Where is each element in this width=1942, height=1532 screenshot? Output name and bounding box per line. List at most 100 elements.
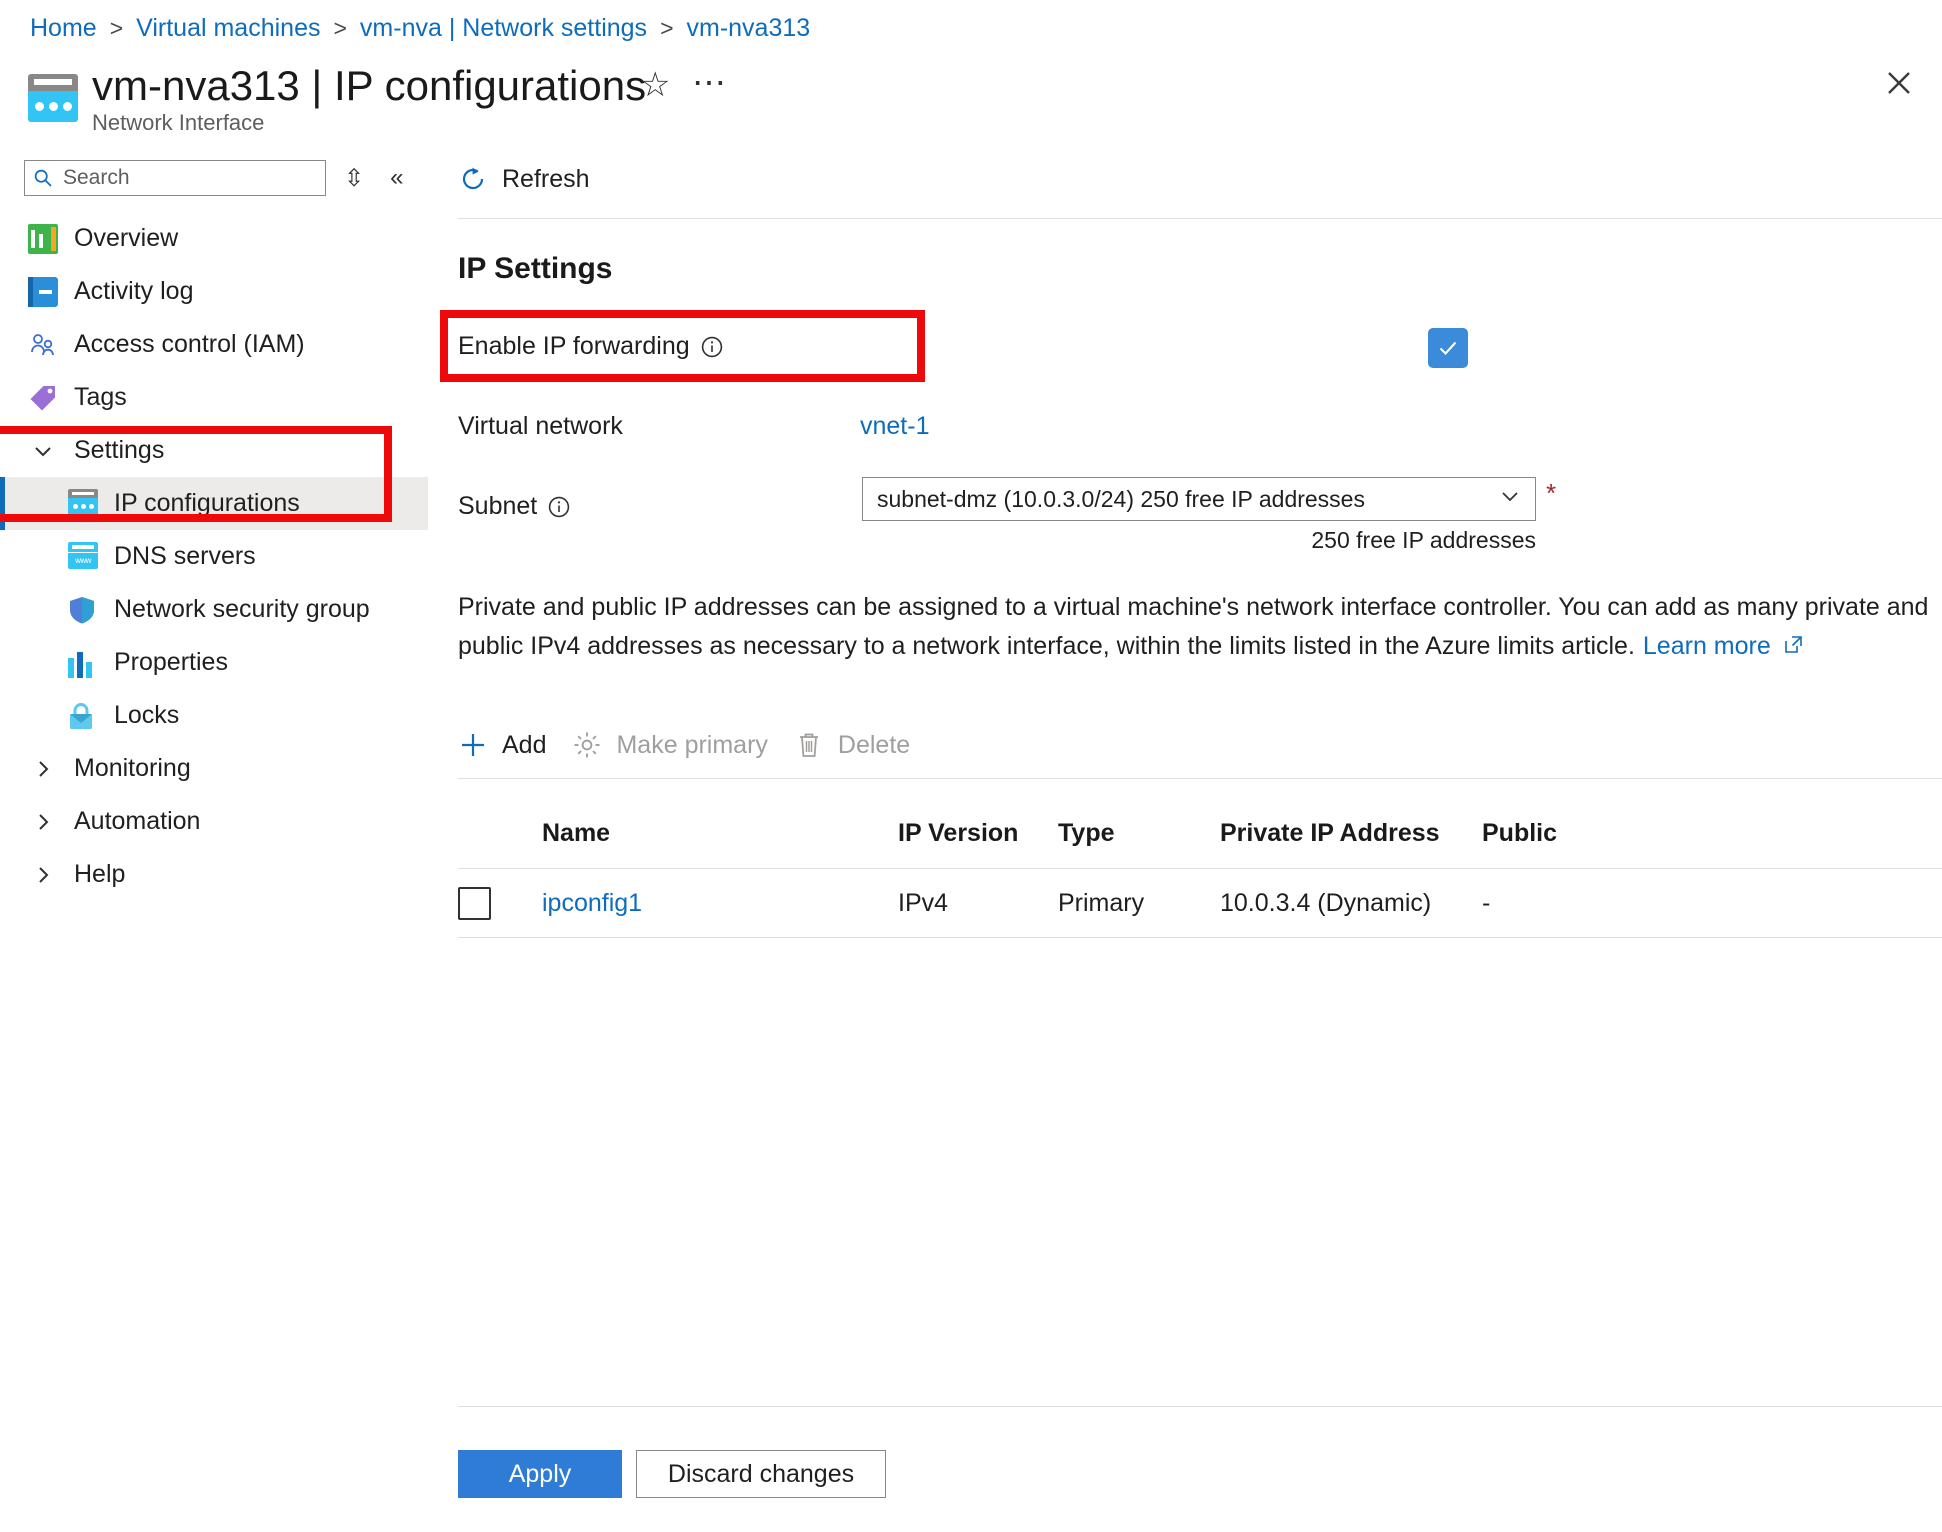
- sidebar-item-activity-log[interactable]: Activity log: [0, 265, 428, 318]
- discard-changes-button[interactable]: Discard changes: [636, 1450, 886, 1498]
- collapse-icon[interactable]: «: [390, 164, 403, 192]
- table-header-private-ip-address: Private IP Address: [1220, 818, 1440, 847]
- refresh-button[interactable]: Refresh: [458, 164, 616, 194]
- gear-icon: [572, 730, 602, 760]
- star-icon[interactable]: ☆: [640, 68, 670, 102]
- virtual-network-label: Virtual network: [458, 412, 623, 440]
- sidebar-search-row: ⇳ «: [24, 160, 403, 196]
- sidebar-group-label: Monitoring: [74, 754, 191, 782]
- plus-icon: [458, 730, 488, 760]
- breadcrumb-separator: >: [660, 15, 674, 41]
- sidebar-item-network-security-group[interactable]: Network security group: [0, 583, 428, 636]
- ip-configurations-description: Private and public IP addresses can be a…: [458, 588, 1942, 666]
- make-primary-button[interactable]: Make primary: [572, 730, 793, 760]
- row-ip-version: IPv4: [898, 888, 949, 917]
- apply-button[interactable]: Apply: [458, 1450, 622, 1498]
- sidebar-item-label: Overview: [74, 224, 179, 252]
- row-name-link[interactable]: ipconfig1: [542, 889, 898, 918]
- sidebar-item-tags[interactable]: Tags: [0, 371, 428, 424]
- page-title: vm-nva313 | IP configurations: [92, 62, 647, 109]
- table-header-type: Type: [1058, 818, 1115, 847]
- tags-icon: [28, 383, 58, 413]
- sidebar-group-monitoring[interactable]: Monitoring: [0, 742, 428, 795]
- sidebar-item-overview[interactable]: Overview: [0, 212, 428, 265]
- add-button[interactable]: Add: [458, 730, 572, 760]
- activity-log-icon: [28, 276, 58, 307]
- sidebar-item-dns-servers[interactable]: www DNS servers: [0, 530, 428, 583]
- breadcrumb-separator: >: [109, 15, 124, 41]
- chevron-right-icon: [28, 811, 58, 833]
- sidebar-item-label: Access control (IAM): [74, 330, 305, 358]
- row-type: Primary: [1058, 888, 1145, 917]
- enable-ip-forwarding-checkbox[interactable]: [1428, 328, 1468, 368]
- add-label: Add: [502, 730, 547, 759]
- sidebar-group-label: Automation: [74, 807, 201, 835]
- trash-icon: [794, 730, 824, 760]
- refresh-icon: [458, 164, 488, 194]
- delete-button[interactable]: Delete: [794, 730, 936, 760]
- refresh-label: Refresh: [502, 164, 590, 193]
- lock-icon: [68, 701, 98, 731]
- ip-configurations-table: Name IP Version Type Private IP Address …: [458, 798, 1942, 938]
- properties-icon: [68, 648, 98, 678]
- row-checkbox[interactable]: [458, 886, 491, 920]
- table-header-public: Public: [1482, 818, 1558, 847]
- close-icon[interactable]: [1878, 62, 1920, 104]
- info-icon[interactable]: [547, 495, 571, 519]
- subnet-dropdown[interactable]: subnet-dmz (10.0.3.0/24) 250 free IP add…: [862, 477, 1536, 521]
- ip-settings-heading: IP Settings: [458, 252, 613, 285]
- table-header-ip-version: IP Version: [898, 818, 1019, 847]
- make-primary-label: Make primary: [616, 730, 768, 759]
- command-bar: Refresh: [458, 164, 616, 194]
- external-link-icon: [1777, 632, 1803, 660]
- breadcrumb-item-network-settings[interactable]: vm-nva | Network settings: [360, 14, 647, 43]
- search-input[interactable]: [61, 165, 317, 191]
- info-icon[interactable]: [700, 335, 724, 359]
- chevron-right-icon: [28, 864, 58, 886]
- footer-divider: [458, 1406, 1942, 1407]
- sidebar-item-label: Activity log: [74, 277, 194, 305]
- sidebar-group-settings[interactable]: Settings: [0, 424, 428, 477]
- sidebar-item-label: Network security group: [114, 595, 370, 623]
- subnet-required-marker: *: [1546, 478, 1557, 508]
- sidebar-item-locks[interactable]: Locks: [0, 689, 428, 742]
- shield-icon: [68, 595, 98, 625]
- enable-ip-forwarding-label: Enable IP forwarding: [458, 332, 724, 361]
- subnet-selected-value: subnet-dmz (10.0.3.0/24) 250 free IP add…: [877, 485, 1365, 512]
- sidebar-item-ip-configurations[interactable]: IP configurations: [0, 477, 428, 530]
- breadcrumb-item-home[interactable]: Home: [30, 14, 97, 43]
- breadcrumb-separator: >: [333, 15, 347, 41]
- learn-more-link[interactable]: Learn more: [1643, 632, 1771, 660]
- breadcrumb: Home > Virtual machines > vm-nva | Netwo…: [30, 14, 810, 43]
- sidebar-group-help[interactable]: Help: [0, 848, 428, 901]
- sidebar-item-label: Properties: [114, 648, 228, 676]
- network-interface-icon: [28, 74, 78, 122]
- sidebar-item-properties[interactable]: Properties: [0, 636, 428, 689]
- virtual-network-link[interactable]: vnet-1: [860, 412, 929, 441]
- sidebar-nav: Overview Activity log Access control (IA…: [0, 212, 428, 901]
- sidebar: ⇳ « Overview Activity log Access control…: [0, 150, 428, 1532]
- table-row[interactable]: ipconfig1 IPv4 Primary 10.0.3.4 (Dynamic…: [458, 868, 1942, 938]
- overview-icon: [28, 223, 58, 254]
- list-command-bar-divider: [458, 778, 1942, 779]
- breadcrumb-item-virtual-machines[interactable]: Virtual machines: [136, 14, 320, 43]
- command-bar-divider: [458, 218, 1942, 219]
- sidebar-item-access-control[interactable]: Access control (IAM): [0, 318, 428, 371]
- chevron-right-icon: [28, 758, 58, 780]
- ellipsis-icon[interactable]: ⋯: [692, 66, 728, 100]
- sidebar-group-automation[interactable]: Automation: [0, 795, 428, 848]
- row-private-ip: 10.0.3.4 (Dynamic): [1220, 888, 1432, 917]
- search-box[interactable]: [24, 160, 326, 196]
- subnet-free-ip-hint: 250 free IP addresses: [1311, 527, 1536, 553]
- table-header-name: Name: [542, 818, 611, 847]
- sidebar-item-label: Tags: [74, 383, 127, 411]
- sidebar-item-label: IP configurations: [114, 489, 300, 517]
- ip-configurations-icon: [68, 488, 98, 519]
- page-subtitle: Network Interface: [92, 110, 265, 135]
- sort-icon[interactable]: ⇳: [344, 164, 364, 193]
- azure-portal-blade: Home > Virtual machines > vm-nva | Netwo…: [0, 0, 1942, 1532]
- sidebar-group-label: Settings: [74, 436, 165, 464]
- sidebar-item-label: DNS servers: [114, 542, 256, 570]
- search-icon: [34, 169, 52, 187]
- breadcrumb-item-vm-nva313[interactable]: vm-nva313: [687, 14, 811, 43]
